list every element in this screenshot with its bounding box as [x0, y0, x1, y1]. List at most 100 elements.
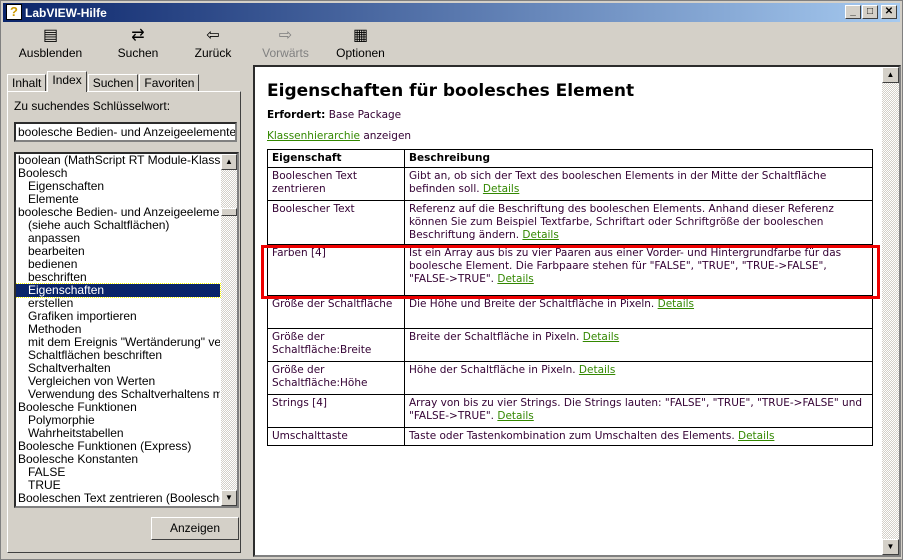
property-description: Array von bis zu vier Strings. Die Strin… — [404, 394, 873, 428]
property-name: Strings [4] — [267, 394, 405, 428]
details-link[interactable]: Details — [497, 410, 533, 422]
index-item[interactable]: Booleschen Text zentrieren (Boolesche Ei… — [16, 492, 220, 505]
property-description: Ist ein Array aus bis zu vier Paaren aus… — [404, 244, 873, 296]
index-item[interactable]: Boolesche Funktionen (Express) — [16, 440, 220, 453]
required-label: Erfordert: — [267, 109, 326, 121]
tab-index[interactable]: Index — [47, 71, 87, 92]
toolbar: ▤ Ausblenden ⇄ Suchen ⇦ Zurück ⇨ Vorwärts ▦ Optio… — [3, 24, 900, 64]
property-description: Referenz auf die Beschriftung des booles… — [404, 200, 873, 245]
requirement: Erfordert: Base Package — [267, 109, 869, 121]
index-item[interactable]: Verwendung des Schaltverhaltens mit "Lat… — [16, 388, 220, 401]
properties-table: Eigenschaft Beschreibung Booleschen Text … — [267, 149, 873, 446]
toolbar-optionen-button[interactable]: ▦ Optionen — [323, 24, 398, 64]
index-item[interactable]: boolean (MathScript RT Module-Klasse) — [16, 154, 220, 167]
table-row: Farben [4] Ist ein Array aus bis zu vier … — [267, 244, 873, 296]
index-item[interactable]: Eigenschaften — [16, 283, 221, 298]
tab-suchen[interactable]: Suchen — [87, 74, 139, 92]
property-name: Größe der Schaltfläche — [267, 295, 405, 329]
property-name: Größe der Schaltfläche:Breite — [267, 328, 405, 362]
tab-favoriten[interactable]: Favoriten — [139, 74, 200, 92]
details-link[interactable]: Details — [658, 298, 694, 310]
property-description: Gibt an, ob sich der Text des booleschen… — [404, 167, 873, 201]
index-item[interactable]: Boolesch — [16, 167, 220, 180]
toolbar-vorwärts-button[interactable]: ⇨ Vorwärts — [248, 24, 323, 64]
index-item[interactable]: FALSE — [16, 466, 220, 479]
index-item[interactable]: bearbeiten — [16, 245, 220, 258]
index-item[interactable]: Boolesche Konstanten — [16, 453, 220, 466]
back-arrow-icon: ⇦ — [206, 27, 220, 44]
toolbar-ausblenden-button[interactable]: ▤ Ausblenden — [3, 24, 98, 64]
property-name: Farben [4] — [267, 244, 405, 296]
content-pane: Eigenschaften für boolesches Element Erf… — [253, 65, 901, 557]
toolbar-label: Optionen — [336, 46, 385, 60]
index-item[interactable]: erstellen — [16, 297, 220, 310]
index-item[interactable]: Eigenschaften — [16, 180, 220, 193]
property-description: Taste oder Tastenkombination zum Umschal… — [404, 427, 873, 446]
close-button[interactable]: ✕ — [881, 5, 897, 19]
index-item[interactable]: TRUE — [16, 479, 220, 492]
options-icon: ▦ — [352, 27, 369, 44]
index-item[interactable]: boolesche Bedien- und Anzeigeelemente — [16, 206, 220, 219]
window-title: LabVIEW-Hilfe — [25, 5, 107, 20]
index-item[interactable]: Methoden — [16, 323, 220, 336]
scroll-up-button[interactable]: ▲ — [882, 67, 899, 83]
table-row: Größe der Schaltfläche:Breite Breite der … — [267, 328, 873, 362]
locate-icon: ⇄ — [131, 27, 145, 44]
table-row: Strings [4] Array von bis zu vier Strings… — [267, 394, 873, 428]
index-item[interactable]: Polymorphie — [16, 414, 220, 427]
minimize-button[interactable]: _ — [845, 5, 861, 19]
description-text: Gibt an, ob sich der Text des booleschen… — [409, 170, 827, 195]
header-description: Beschreibung — [404, 149, 873, 168]
scroll-thumb[interactable] — [221, 208, 237, 216]
details-link[interactable]: Details — [497, 273, 533, 285]
scroll-up-button[interactable]: ▲ — [221, 154, 237, 170]
scroll-down-button[interactable]: ▼ — [882, 539, 899, 555]
index-item[interactable]: Boolescher Text (Boolesche Eigenschaft) — [16, 505, 220, 506]
title-bar: ? LabVIEW-Hilfe _ □ ✕ — [3, 3, 900, 22]
index-list[interactable]: boolean (MathScript RT Module-Klasse) Boo… — [14, 152, 239, 508]
index-item[interactable]: beschriften — [16, 271, 220, 284]
class-hierarchy-link[interactable]: Klassenhierarchie — [267, 130, 360, 142]
scroll-down-button[interactable]: ▼ — [221, 490, 237, 506]
tab-inhalt[interactable]: Inhalt — [7, 74, 47, 92]
index-item[interactable]: Boolesche Funktionen — [16, 401, 220, 414]
property-name: Booleschen Text zentrieren — [267, 167, 405, 201]
content-scrollbar[interactable]: ▲ ▼ — [882, 67, 899, 555]
index-item[interactable]: Grafiken importieren — [16, 310, 220, 323]
index-item[interactable]: Wahrheitstabellen — [16, 427, 220, 440]
keyword-label: Zu suchendes Schlüsselwort: — [14, 99, 171, 113]
navigation-pane: Inhalt Index Suchen Favoriten Zu suchendes … — [3, 65, 247, 557]
toolbar-label: Vorwärts — [262, 46, 309, 60]
toolbar-suchen-button[interactable]: ⇄ Suchen — [98, 24, 178, 64]
toolbar-zurück-button[interactable]: ⇦ Zurück — [178, 24, 248, 64]
index-item[interactable]: Schaltflächen beschriften — [16, 349, 220, 362]
description-text: Höhe der Schaltfläche in Pixeln. — [409, 364, 576, 376]
property-name: Umschalttaste — [267, 427, 405, 446]
index-item[interactable]: Vergleichen von Werten — [16, 375, 220, 388]
hierarchy-suffix: anzeigen — [363, 130, 412, 142]
keyword-input[interactable]: boolesche Bedien- und Anzeigeelemente, E… — [14, 122, 237, 142]
hierarchy-line: Klassenhierarchie anzeigen — [267, 130, 869, 142]
property-description: Die Höhe und Breite der Schaltfläche in … — [404, 295, 873, 329]
index-item[interactable]: mit dem Ereignis "Wertänderung" verwende… — [16, 336, 220, 349]
index-item[interactable]: Schaltverhalten — [16, 362, 220, 375]
description-text: Ist ein Array aus bis zu vier Paaren aus… — [409, 247, 842, 285]
toolbar-label: Ausblenden — [18, 46, 83, 60]
details-link[interactable]: Details — [579, 364, 615, 376]
property-description: Höhe der Schaltfläche in Pixeln. Details — [404, 361, 873, 395]
details-link[interactable]: Details — [522, 229, 558, 241]
index-item[interactable]: Elemente — [16, 193, 220, 206]
list-scrollbar[interactable]: ▲ ▼ — [221, 154, 237, 506]
details-link[interactable]: Details — [583, 331, 619, 343]
index-item[interactable]: anpassen — [16, 232, 220, 245]
show-button[interactable]: Anzeigen — [151, 517, 239, 540]
details-link[interactable]: Details — [483, 183, 519, 195]
maximize-button[interactable]: □ — [862, 5, 878, 19]
description-text: Die Höhe und Breite der Schaltfläche in … — [409, 298, 655, 310]
index-panel: Zu suchendes Schlüsselwort: boolesche Be… — [7, 91, 241, 553]
property-description: Breite der Schaltfläche in Pixeln. Detai… — [404, 328, 873, 362]
index-item[interactable]: (siehe auch Schaltflächen) — [16, 219, 220, 232]
details-link[interactable]: Details — [738, 430, 774, 442]
hide-icon: ▤ — [42, 27, 59, 44]
index-item[interactable]: bedienen — [16, 258, 220, 271]
